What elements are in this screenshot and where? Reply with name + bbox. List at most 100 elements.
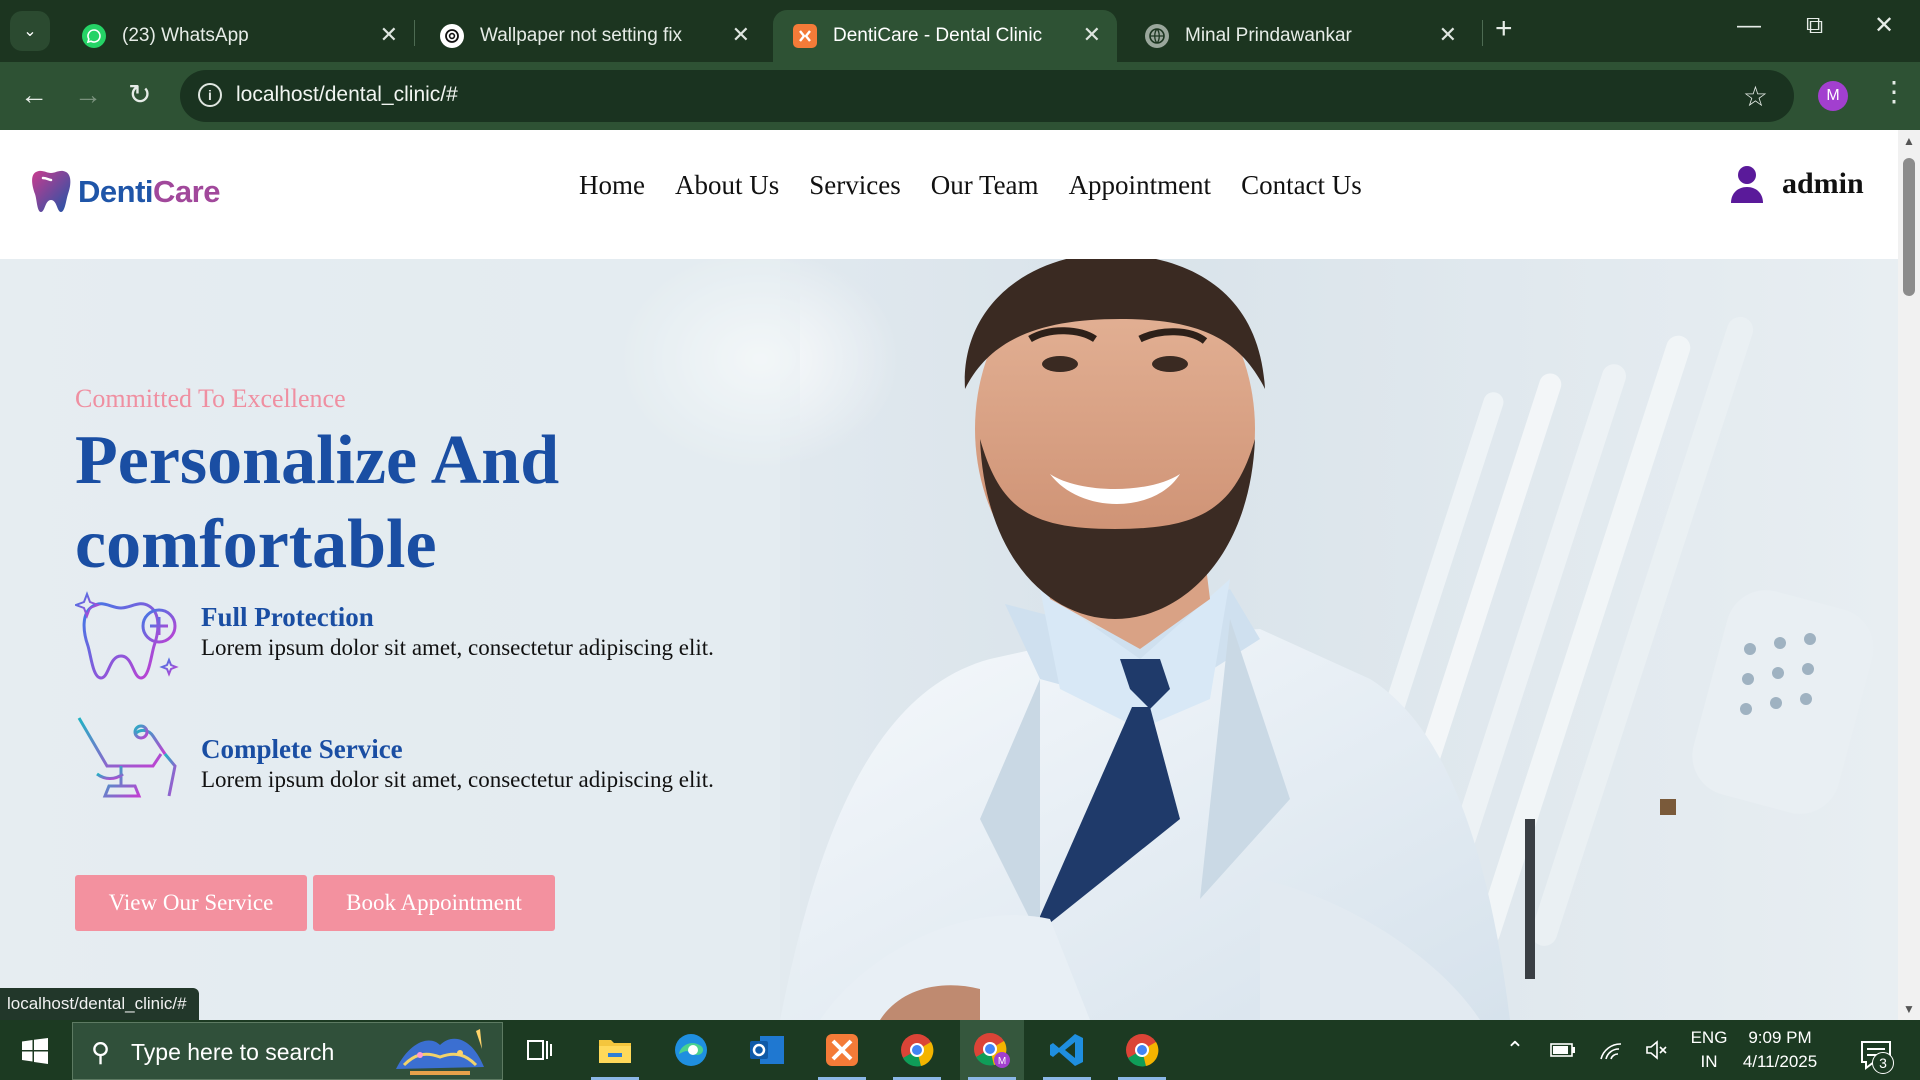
tab-separator (1482, 20, 1483, 46)
minimize-button[interactable]: — (1737, 14, 1761, 38)
search-placeholder: Type here to search (131, 1039, 335, 1065)
browser-menu-icon[interactable]: ⋮ (1880, 78, 1908, 106)
bookmark-star-icon[interactable]: ☆ (1743, 80, 1768, 113)
forward-button[interactable]: → (74, 80, 102, 110)
feature-full-protection: Full Protection Lorem ipsum dolor sit am… (75, 584, 714, 688)
chatgpt-icon (440, 24, 464, 48)
tab-search-button[interactable]: ⌄ (10, 11, 50, 51)
battery-button[interactable] (1546, 1020, 1580, 1080)
taskbar-vscode[interactable] (1035, 1020, 1099, 1080)
search-icon: ⚲ (91, 1037, 111, 1067)
back-button[interactable]: ← (20, 80, 48, 110)
close-window-button[interactable]: ✕ (1874, 14, 1894, 38)
battery-icon (1550, 1043, 1575, 1057)
vscode-icon (1050, 1034, 1083, 1066)
tab-whatsapp[interactable]: (23) WhatsApp ✕ (62, 10, 414, 62)
taskbar-chrome[interactable] (885, 1020, 949, 1080)
chrome-icon (1126, 1034, 1159, 1067)
tab-title: DentiCare - Dental Clinic (833, 25, 1043, 46)
scroll-down-icon[interactable]: ▼ (1903, 1002, 1915, 1016)
hero-section: Committed To Excellence Personalize And … (0, 259, 1898, 1020)
notification-badge: 3 (1872, 1052, 1894, 1074)
tab-separator (414, 20, 415, 46)
user-name: admin (1782, 167, 1864, 200)
svg-text:M: M (998, 1056, 1006, 1067)
taskbar-clock[interactable]: 9:09 PM 4/11/2025 (1740, 1026, 1820, 1074)
page-scrollbar[interactable]: ▲ ▼ (1898, 130, 1920, 1020)
edge-icon (675, 1034, 707, 1066)
taskbar-edge[interactable] (659, 1020, 723, 1080)
taskbar-file-explorer[interactable] (583, 1020, 647, 1080)
taskbar-search[interactable]: ⚲ Type here to search (72, 1022, 503, 1080)
hero-title: Personalize And comfortable (75, 422, 560, 583)
nav-services[interactable]: Services (809, 170, 900, 201)
tab-title: (23) WhatsApp (122, 25, 249, 46)
url-text[interactable]: localhost/dental_clinic/# (236, 83, 458, 107)
tooth-plus-icon (75, 591, 179, 680)
site-info-icon[interactable]: i (198, 83, 222, 107)
chevron-down-icon: ⌄ (23, 23, 37, 40)
scroll-thumb[interactable] (1903, 158, 1915, 296)
nav-home[interactable]: Home (579, 170, 645, 201)
view-our-service-button[interactable]: View Our Service (75, 875, 307, 931)
logo-text-care: Care (153, 174, 220, 209)
book-appointment-button[interactable]: Book Appointment (313, 875, 555, 931)
page-viewport: DentiCare Home About Us Services Our Tea… (0, 130, 1898, 1020)
reload-icon: ↻ (128, 79, 152, 110)
scroll-up-icon[interactable]: ▲ (1903, 134, 1915, 148)
taskbar-xampp[interactable] (810, 1020, 874, 1080)
tab-denticare[interactable]: DentiCare - Dental Clinic ✕ (773, 10, 1117, 62)
nav-contact-us[interactable]: Contact Us (1241, 170, 1362, 201)
tab-wallpaper[interactable]: Wallpaper not setting fix ✕ (420, 10, 766, 62)
close-tab-icon[interactable]: ✕ (732, 24, 750, 46)
chrome-profile-icon: M (974, 1033, 1010, 1068)
xampp-icon (793, 24, 817, 48)
user-menu[interactable]: admin (1730, 165, 1864, 203)
tab-title: Wallpaper not setting fix (480, 25, 683, 46)
site-logo[interactable]: DentiCare (30, 168, 220, 216)
close-tab-icon[interactable]: ✕ (1439, 24, 1457, 46)
tray-overflow-button[interactable]: ⌃ (1500, 1020, 1530, 1080)
tooth-logo-icon (32, 170, 71, 212)
restore-button[interactable]: ⧉ (1806, 14, 1823, 38)
hero-tagline: Committed To Excellence (75, 384, 346, 413)
nav-appointment[interactable]: Appointment (1069, 170, 1212, 201)
main-nav: Home About Us Services Our Team Appointm… (579, 170, 1362, 201)
network-button[interactable] (1594, 1020, 1628, 1080)
windows-start-icon[interactable] (22, 1038, 48, 1064)
profile-avatar[interactable]: M (1818, 81, 1848, 111)
volume-button[interactable] (1640, 1020, 1674, 1080)
dental-chair-icon (77, 717, 177, 798)
clock-date: 4/11/2025 (1742, 1052, 1818, 1071)
taskbar-chrome-profile[interactable]: M (960, 1020, 1024, 1080)
reload-button[interactable]: ↻ (128, 80, 151, 110)
user-icon (1731, 166, 1763, 203)
xampp-icon (826, 1034, 858, 1066)
language-code: ENG (1690, 1028, 1728, 1047)
plus-icon: + (1495, 12, 1513, 45)
task-view-button[interactable] (508, 1020, 572, 1080)
feature-title: Complete Service (201, 734, 403, 764)
search-highlight-icon (396, 1029, 484, 1075)
site-header: DentiCare Home About Us Services Our Tea… (0, 130, 1898, 259)
nav-about-us[interactable]: About Us (675, 170, 779, 201)
browser-toolbar: ← → ↻ i localhost/dental_clinic/# ☆ M ⋮ (0, 62, 1920, 130)
language-region: IN (1700, 1052, 1718, 1071)
close-tab-icon[interactable]: ✕ (380, 24, 398, 46)
address-bar[interactable]: i localhost/dental_clinic/# ☆ (180, 70, 1794, 122)
taskbar-outlook[interactable] (735, 1020, 799, 1080)
feature-title: Full Protection (201, 602, 374, 632)
file-explorer-icon (599, 1040, 631, 1063)
new-tab-button[interactable]: + (1495, 14, 1513, 44)
nav-our-team[interactable]: Our Team (931, 170, 1039, 201)
input-language[interactable]: ENG IN (1684, 1026, 1734, 1074)
close-tab-icon[interactable]: ✕ (1083, 24, 1101, 46)
wifi-icon (1600, 1043, 1622, 1060)
restore-icon: ⧉ (1806, 12, 1824, 39)
task-view-icon (527, 1040, 552, 1060)
taskbar-chrome-2[interactable] (1110, 1020, 1174, 1080)
tab-title: Minal Prindawankar (1185, 25, 1352, 46)
chevron-up-icon: ⌃ (1505, 1037, 1525, 1062)
tab-minal[interactable]: Minal Prindawankar ✕ (1125, 10, 1473, 62)
status-bar-url: localhost/dental_clinic/# (0, 988, 199, 1020)
